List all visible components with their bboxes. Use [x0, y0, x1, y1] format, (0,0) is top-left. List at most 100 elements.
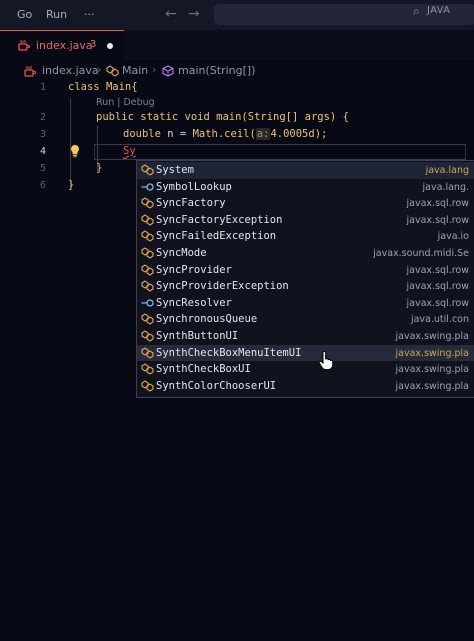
suggestion-label: SyncFactoryException	[156, 213, 283, 226]
suggestion-item[interactable]: SyncFailedException java.io	[137, 228, 474, 245]
class-icon	[141, 330, 154, 342]
breadcrumb-file[interactable]: index.java	[42, 64, 99, 77]
suggestion-detail: javax.sql.row	[406, 214, 469, 226]
suggestion-label: SynthCheckBoxUI	[156, 363, 251, 376]
tab-label: index.java	[36, 39, 93, 52]
suggestion-detail: java.util.con	[410, 314, 469, 326]
suggestion-item[interactable]: SynthColorChooserUI javax.swing.pla	[137, 378, 474, 395]
line-number: 1	[39, 82, 46, 93]
breadcrumb-method[interactable]: main(String[])	[178, 64, 255, 77]
suggestion-label: System	[156, 164, 194, 176]
current-line-highlight	[94, 144, 466, 160]
suggestion-detail: java.lang.	[422, 181, 469, 193]
code-line-1: class Main{	[68, 81, 138, 98]
suggestion-detail: javax.sql.row	[406, 264, 469, 276]
suggestion-item[interactable]: SyncMode javax.sound.midi.Se	[137, 245, 474, 262]
search-icon: ⌕	[413, 4, 420, 18]
suggestion-label: SyncProvider	[156, 263, 232, 276]
suggestion-detail: javax.swing.pla	[395, 380, 469, 392]
inlay-hint: a:	[255, 128, 271, 140]
interface-icon	[141, 182, 154, 191]
class-icon	[141, 380, 154, 392]
java-file-icon	[24, 66, 36, 77]
class-icon	[106, 65, 119, 77]
suggestion-item[interactable]: SynthCheckBoxUI javax.swing.pla	[137, 361, 474, 378]
line-number: 3	[39, 129, 46, 140]
suggestion-detail: javax.swing.pla	[395, 331, 469, 342]
line-number: 2	[39, 112, 46, 123]
suggestion-detail: javax.swing.pla	[395, 364, 469, 376]
suggestion-item[interactable]: System java.lang	[137, 162, 474, 179]
suggestion-label: SynthColorChooserUI	[156, 379, 277, 392]
code-token: }	[68, 179, 75, 191]
codelens-run-debug[interactable]: Run | Debug	[96, 97, 155, 108]
class-icon	[141, 164, 154, 176]
code-token: class	[68, 81, 100, 93]
breadcrumb-class[interactable]: Main	[122, 64, 148, 77]
code-token: (String[] args) {	[241, 111, 349, 123]
indent-guide	[70, 98, 71, 188]
tab-index-java[interactable]: index.java 3	[0, 30, 124, 61]
method-icon	[162, 65, 174, 77]
suggestion-detail: java.lang	[425, 165, 469, 176]
menu-run[interactable]: Run	[46, 8, 67, 21]
unsaved-dot-icon[interactable]	[107, 43, 113, 49]
editor-window: Go Run ··· ← → ⌕ JAVA index.java 3 index…	[0, 0, 474, 641]
suggestion-item[interactable]: SynchronousQueue java.util.con	[137, 311, 474, 328]
hand-cursor-icon	[318, 351, 334, 370]
code-line-2: public static void main(String[] args) {	[96, 111, 349, 128]
suggestion-label: SyncResolver	[156, 296, 232, 309]
line-number: 4	[39, 146, 46, 157]
menu-go[interactable]: Go	[17, 8, 32, 21]
code-token: double	[123, 128, 161, 140]
lightbulb-icon[interactable]	[68, 144, 82, 158]
class-icon	[141, 247, 154, 259]
suggestion-label: SyncProviderException	[156, 280, 289, 293]
title-bar: Go Run ··· ← → ⌕ JAVA	[0, 0, 474, 30]
suggestion-label: SyncMode	[156, 247, 207, 259]
suggestion-detail: java.io	[437, 231, 469, 243]
suggestion-label: SynthCheckBoxMenuItemUI	[156, 346, 302, 359]
code-token: n	[167, 128, 174, 140]
interface-icon	[141, 299, 154, 307]
java-file-icon	[18, 40, 30, 51]
chevron-right-icon: ›	[152, 63, 157, 76]
code-line-6: }	[68, 179, 74, 196]
class-icon	[141, 280, 154, 292]
suggestion-widget[interactable]: System java.lang SymbolLookup java.lang. Syn…	[136, 160, 474, 398]
menu-more[interactable]: ···	[84, 8, 95, 21]
class-icon	[141, 230, 154, 243]
class-icon	[141, 197, 154, 209]
suggestion-label: SyncFactory	[156, 197, 226, 210]
suggestion-label: SyncFailedException	[156, 230, 277, 243]
suggestion-item[interactable]: SymbolLookup java.lang.	[137, 179, 474, 196]
line-number: 5	[39, 163, 46, 174]
code-line-3: double n = Math.ceil(a:4.0005d);	[123, 128, 327, 145]
code-token: Main{	[105, 81, 138, 93]
code-token: Math.ceil(	[192, 128, 256, 140]
suggestion-detail: javax.sql.row	[406, 297, 469, 309]
code-token: main	[216, 111, 242, 123]
suggestion-item[interactable]: SyncProviderException javax.sql.row	[137, 278, 474, 295]
tab-bar: index.java 3	[0, 30, 474, 61]
suggestion-item[interactable]: SyncProvider javax.sql.row	[137, 262, 474, 279]
suggestion-item[interactable]: SyncFactory javax.sql.row	[137, 195, 474, 212]
code-token: =	[179, 128, 187, 140]
suggestion-item[interactable]: SyncResolver javax.sql.row	[137, 295, 474, 312]
code-token: }	[96, 162, 103, 174]
code-token: public static void	[96, 111, 210, 123]
suggestion-label: SynthButtonUI	[156, 330, 239, 342]
suggestion-item[interactable]: SynthCheckBoxMenuItemUI javax.swing.pla	[137, 344, 474, 362]
back-arrow-icon[interactable]: ←	[165, 6, 177, 22]
suggestion-item[interactable]: SynthButtonUI javax.swing.pla	[137, 328, 474, 345]
code-token: );	[314, 128, 328, 140]
suggestion-item[interactable]: SyncFactoryException javax.sql.row	[137, 212, 474, 229]
forward-arrow-icon[interactable]: →	[188, 6, 200, 22]
suggestion-detail: javax.sql.row	[406, 281, 469, 293]
class-icon	[141, 363, 154, 375]
code-token: 4.0005d	[270, 128, 315, 140]
suggestion-detail: javax.sound.midi.Se	[373, 248, 469, 259]
code-line-5: }	[96, 162, 102, 179]
command-center-label: JAVA	[427, 5, 451, 16]
suggestion-detail: javax.swing.pla	[395, 347, 469, 359]
